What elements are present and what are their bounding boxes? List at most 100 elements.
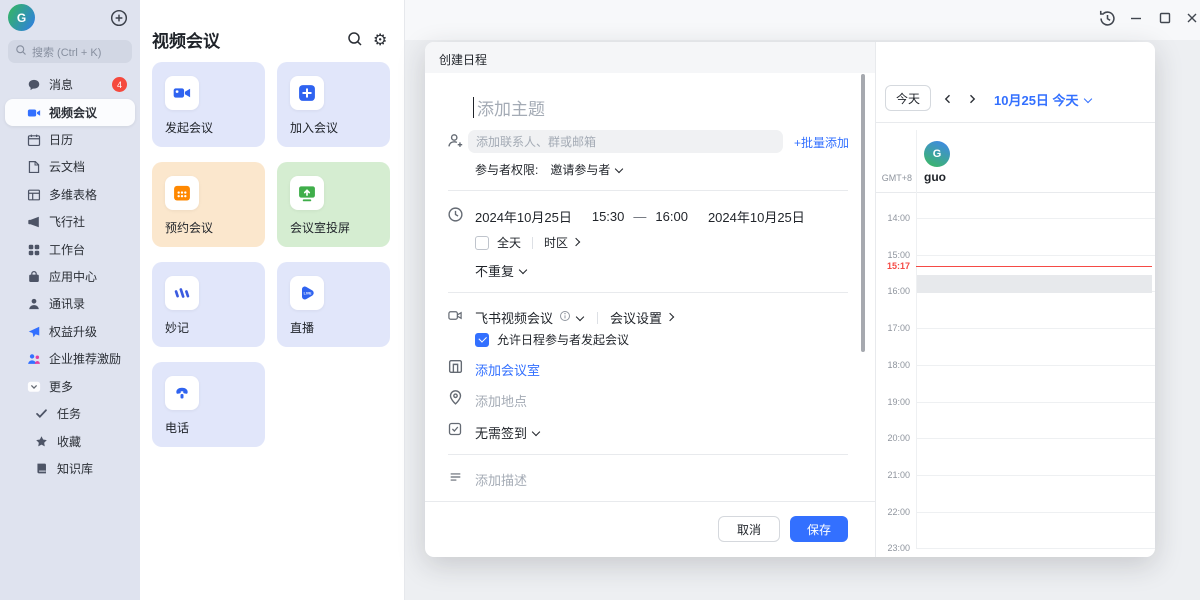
card-schedule-meeting[interactable]: 预约会议 <box>152 162 265 247</box>
permission-row: 参与者权限: 邀请参与者 <box>475 161 624 178</box>
meeting-type-row: 飞书视频会议 会议设置 <box>475 308 675 327</box>
calendar-date-selector[interactable]: 10月25日 今天 <box>994 90 1093 109</box>
search-icon <box>15 44 27 59</box>
divider <box>448 190 848 191</box>
repeat-row: 不重复 <box>475 261 528 280</box>
end-time-field[interactable]: 16:00 <box>655 209 688 224</box>
search-placeholder: 搜索 (Ctrl + K) <box>32 44 101 60</box>
repeat-select[interactable]: 不重复 <box>475 261 514 280</box>
card-new-meeting[interactable]: 发起会议 <box>152 62 265 147</box>
sidebar-item-tasks[interactable]: 任务 <box>5 400 135 427</box>
meeting-settings-link[interactable]: 会议设置 <box>610 308 662 327</box>
save-button[interactable]: 保存 <box>790 516 848 542</box>
info-icon[interactable] <box>559 310 571 325</box>
gear-icon[interactable]: ⚙ <box>373 30 389 46</box>
selected-time-slot[interactable] <box>917 275 1152 293</box>
divider <box>448 454 848 455</box>
chevron-down-icon <box>615 164 623 172</box>
attendee-name: guo <box>924 170 946 184</box>
sidebar-item-app-center[interactable]: 应用中心 <box>5 263 135 290</box>
sidebar-item-docs[interactable]: 云文档 <box>5 153 135 180</box>
permission-select[interactable]: 邀请参与者 <box>550 161 610 178</box>
text-cursor <box>473 97 475 118</box>
card-minutes[interactable]: 妙记 <box>152 262 265 347</box>
start-date-field[interactable]: 2024年10月25日 <box>475 207 572 226</box>
calendar-date-label: 10月25日 今天 <box>994 90 1079 109</box>
cancel-button[interactable]: 取消 <box>718 516 780 542</box>
start-time-field[interactable]: 15:30 <box>592 209 625 224</box>
add-plus-icon[interactable] <box>110 9 128 27</box>
sidebar: G 搜索 (Ctrl + K) 消息 4 视频会议 日历 云文档 多维表格 <box>0 0 140 600</box>
divider <box>876 122 1155 123</box>
sidebar-search-input[interactable]: 搜索 (Ctrl + K) <box>8 40 132 63</box>
card-room-cast[interactable]: 会议室投屏 <box>277 162 390 247</box>
batch-add-link[interactable]: +批量添加 <box>794 134 849 151</box>
two-people-icon <box>27 352 41 366</box>
sidebar-item-messages[interactable]: 消息 4 <box>5 71 135 98</box>
history-icon[interactable] <box>1098 9 1117 28</box>
chevron-left-icon[interactable] <box>942 92 954 104</box>
hour-label: 18:00 <box>876 360 910 370</box>
close-icon[interactable] <box>1184 10 1200 26</box>
end-date-field[interactable]: 2024年10月25日 <box>708 207 805 226</box>
upgrade-icon <box>27 325 41 339</box>
timezone-label: GMT+8 <box>876 173 912 183</box>
add-room-link[interactable]: 添加会议室 <box>475 360 540 379</box>
chevron-down-icon <box>532 427 540 435</box>
card-live[interactable]: LIVE 直播 <box>277 262 390 347</box>
card-phone[interactable]: 电话 <box>152 362 265 447</box>
minimize-icon[interactable] <box>1128 10 1144 26</box>
minutes-icon <box>165 276 199 310</box>
card-join-meeting[interactable]: 加入会议 <box>277 62 390 147</box>
description-input[interactable]: 添加描述 <box>475 470 527 489</box>
attendees-input[interactable]: 添加联系人、群或邮箱 <box>468 130 783 153</box>
all-day-checkbox[interactable] <box>475 236 489 250</box>
svg-text:LIVE: LIVE <box>304 291 312 295</box>
hour-line <box>916 475 1155 476</box>
sidebar-item-wiki[interactable]: 知识库 <box>5 455 135 482</box>
sidebar-item-workplace[interactable]: 工作台 <box>5 236 135 263</box>
hour-label: 22:00 <box>876 507 910 517</box>
checkin-select[interactable]: 无需签到 <box>475 423 527 442</box>
app-window: G 搜索 (Ctrl + K) 消息 4 视频会议 日历 云文档 多维表格 <box>0 0 1200 600</box>
allow-participants-row: 允许日程参与者发起会议 <box>475 331 629 348</box>
maximize-icon[interactable] <box>1157 10 1173 26</box>
allow-participants-checkbox[interactable] <box>475 333 489 347</box>
sidebar-item-feixingshe[interactable]: 飞行社 <box>5 208 135 235</box>
timezone-link[interactable]: 时区 <box>544 234 568 251</box>
megaphone-icon <box>27 215 41 229</box>
sidebar-item-video-meetings[interactable]: 视频会议 <box>5 99 135 126</box>
chevron-right-icon <box>572 238 580 246</box>
sidebar-item-calendar[interactable]: 日历 <box>5 126 135 153</box>
current-time-label: 15:17 <box>876 261 910 271</box>
hour-label: 15:00 <box>876 250 910 260</box>
create-event-dialog: 创建日程 添加主题 添加联系人、群或邮箱 +批量添加 参与者权限: 邀请参与者 … <box>425 42 1155 557</box>
search-icon[interactable] <box>347 31 363 47</box>
hour-label: 21:00 <box>876 470 910 480</box>
chevron-right-icon[interactable] <box>966 92 978 104</box>
meeting-type-select[interactable]: 飞书视频会议 <box>475 308 553 327</box>
sidebar-item-referral[interactable]: 企业推荐激励 <box>5 345 135 372</box>
bag-icon <box>27 270 41 284</box>
check-in-icon <box>447 421 464 438</box>
location-pin-icon <box>447 389 464 406</box>
sidebar-item-contacts[interactable]: 通讯录 <box>5 290 135 317</box>
user-avatar[interactable]: G <box>8 4 35 31</box>
add-location-field[interactable]: 添加地点 <box>475 391 527 410</box>
chevron-down-icon <box>1083 94 1091 102</box>
divider <box>448 292 848 293</box>
join-meeting-icon <box>290 76 324 110</box>
form-scrollbar[interactable] <box>861 74 865 352</box>
sidebar-item-favorites[interactable]: 收藏 <box>5 428 135 455</box>
permission-label: 参与者权限: <box>475 161 538 178</box>
divider <box>597 312 598 324</box>
person-add-icon <box>447 132 464 149</box>
today-button[interactable]: 今天 <box>885 85 931 111</box>
sidebar-item-base[interactable]: 多维表格 <box>5 181 135 208</box>
clock-icon <box>447 206 464 223</box>
meeting-room-icon <box>447 358 464 375</box>
subject-input[interactable]: 添加主题 <box>477 95 545 120</box>
sidebar-item-more[interactable]: 更多 <box>5 373 135 400</box>
hour-line <box>916 402 1155 403</box>
sidebar-item-upgrade[interactable]: 权益升级 <box>5 318 135 345</box>
